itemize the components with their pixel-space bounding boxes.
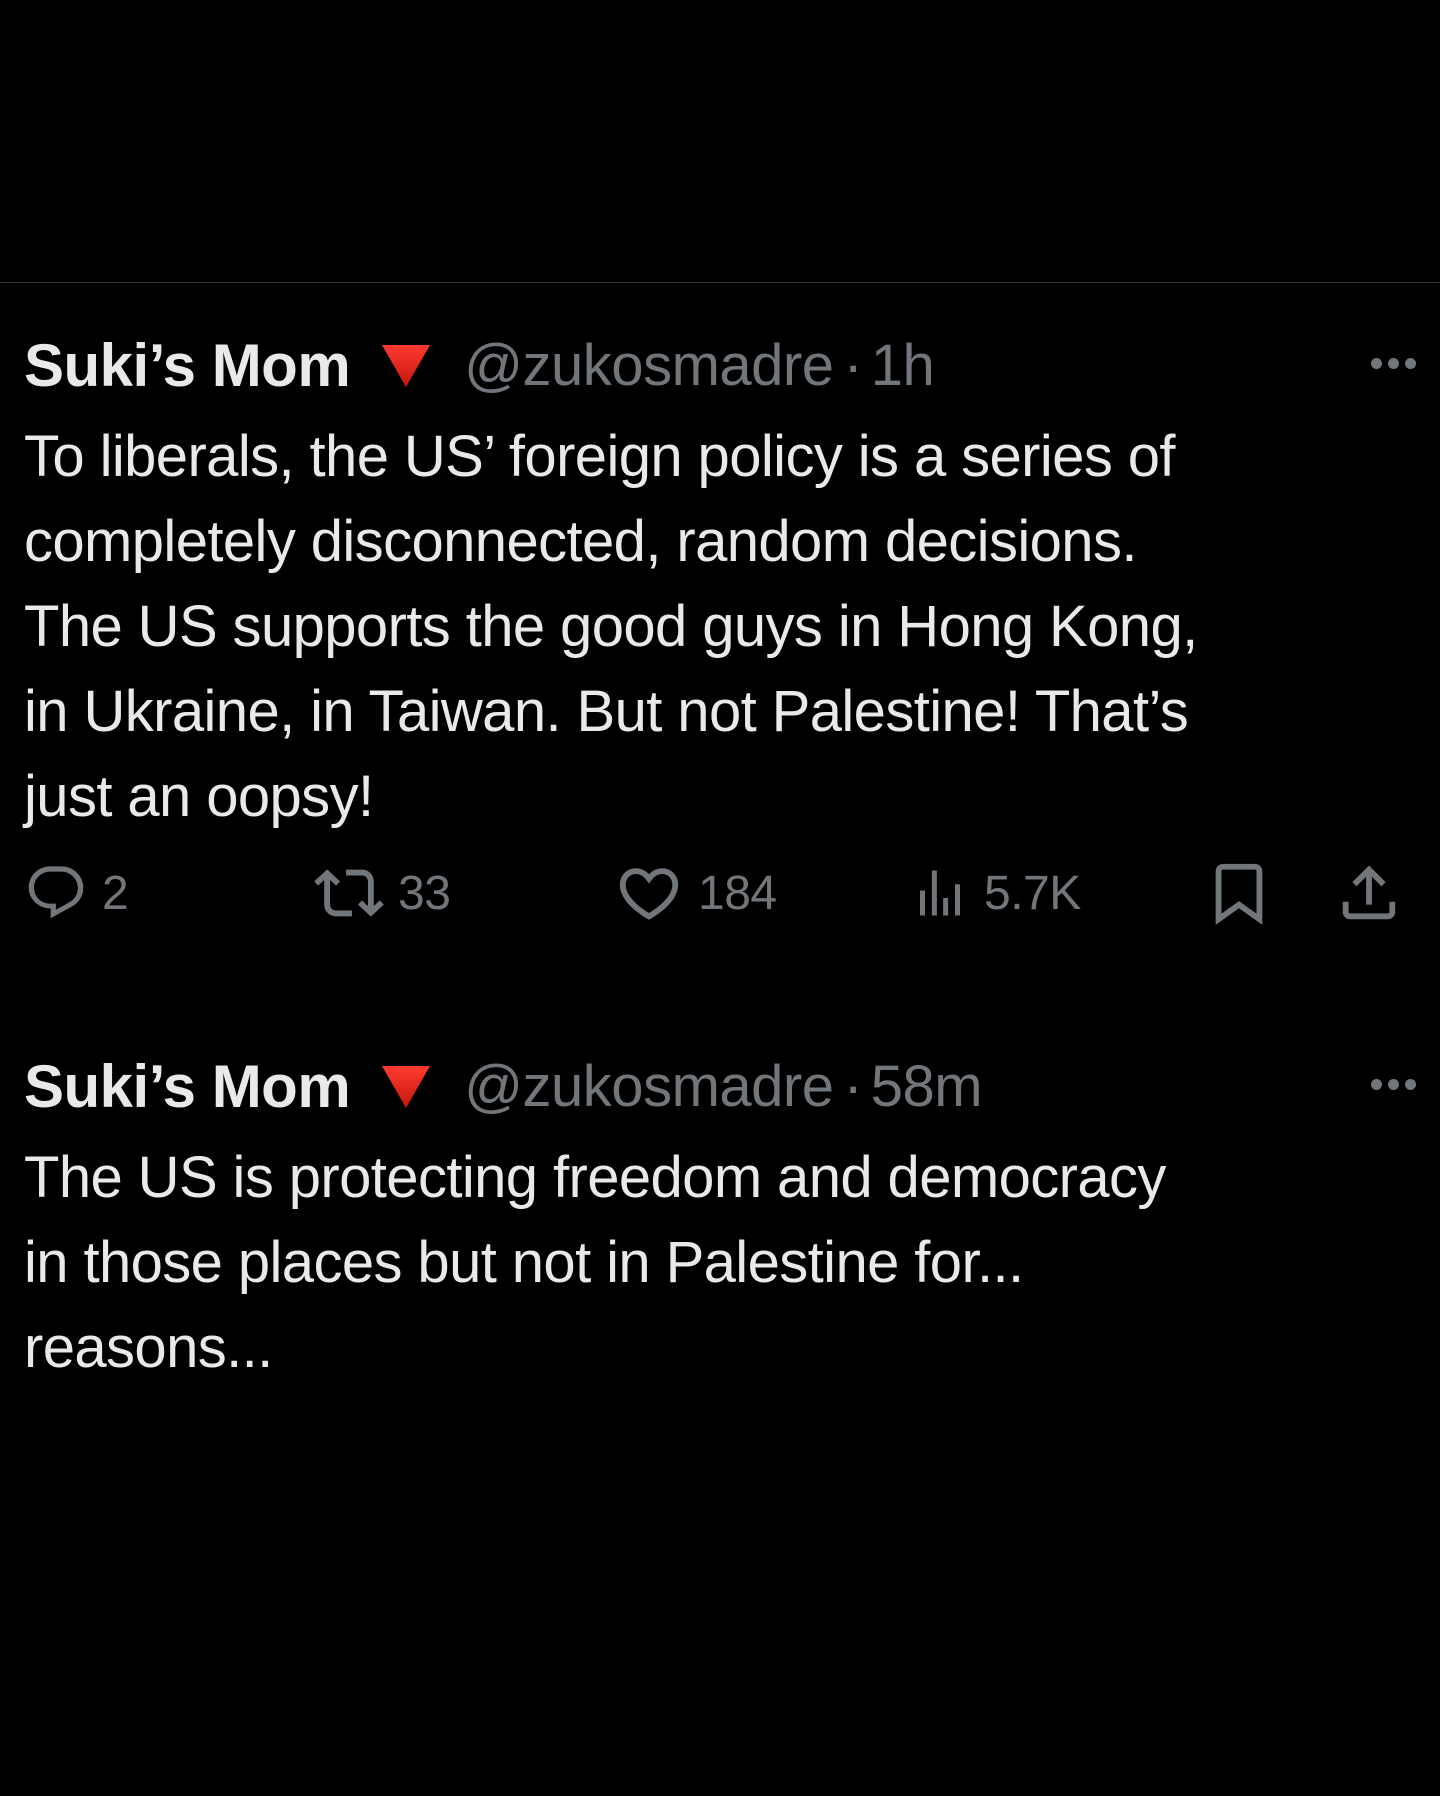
share-icon (1342, 865, 1396, 920)
timestamp[interactable]: 1h (871, 332, 935, 399)
tweet-text-line: just an oopsy! (24, 764, 374, 829)
tweet-text-line: in Ukraine, in Taiwan. But not Palestine… (24, 679, 1189, 744)
handle[interactable]: @zukosmadre (464, 332, 834, 399)
tweet[interactable]: Suki’s Mom @zukosmadre · 1h To liberals,… (24, 331, 1416, 925)
red-triangle-down-icon (382, 1066, 431, 1108)
tweet-header: Suki’s Mom @zukosmadre · 58m (24, 1052, 1416, 1121)
more-options-icon[interactable] (1371, 1079, 1416, 1090)
tweet-header: Suki’s Mom @zukosmadre · 1h (24, 331, 1416, 400)
bookmark-button[interactable] (1204, 858, 1274, 928)
top-divider (0, 282, 1440, 283)
tweet-text-line: completely disconnected, random decision… (24, 509, 1137, 574)
timestamp[interactable]: 58m (871, 1053, 983, 1120)
share-button[interactable] (1334, 858, 1404, 928)
heart-icon (619, 868, 679, 920)
tweet-text-line: in those places but not in Palestine for… (24, 1230, 1024, 1295)
tweet-text-line: The US is protecting freedom and democra… (24, 1145, 1166, 1210)
views-button[interactable]: 5.7K (910, 858, 1081, 928)
display-name[interactable]: Suki’s Mom (24, 1052, 351, 1121)
separator-dot: · (843, 332, 863, 398)
tweet-text-line: To liberals, the US’ foreign policy is a… (24, 424, 1176, 489)
handle[interactable]: @zukosmadre (464, 1053, 834, 1120)
display-name[interactable]: Suki’s Mom (24, 331, 351, 400)
tweet-text-line: reasons... (24, 1315, 273, 1380)
reply-icon (28, 866, 84, 919)
red-triangle-down-icon (382, 345, 431, 387)
like-count: 184 (698, 866, 777, 920)
like-button[interactable]: 184 (614, 858, 777, 928)
reply-count: 2 (102, 866, 129, 920)
retweet-button[interactable]: 33 (314, 858, 451, 928)
separator-dot: · (843, 1053, 863, 1119)
views-count: 5.7K (984, 866, 1081, 920)
retweet-icon (314, 869, 384, 917)
reply-button[interactable]: 2 (24, 858, 129, 928)
bookmark-icon (1215, 863, 1263, 925)
tweet[interactable]: Suki’s Mom @zukosmadre · 58m The US is p… (24, 1053, 1416, 1390)
views-chart-icon (920, 870, 960, 916)
tweet-text: To liberals, the US’ foreign policy is a… (24, 414, 1416, 839)
tweet-actions: 2 33 184 5.7K (24, 858, 1416, 928)
tweet-text-line: The US supports the good guys in Hong Ko… (24, 594, 1198, 659)
retweet-count: 33 (398, 866, 451, 920)
tweet-text: The US is protecting freedom and democra… (24, 1135, 1416, 1390)
more-options-icon[interactable] (1371, 358, 1416, 369)
